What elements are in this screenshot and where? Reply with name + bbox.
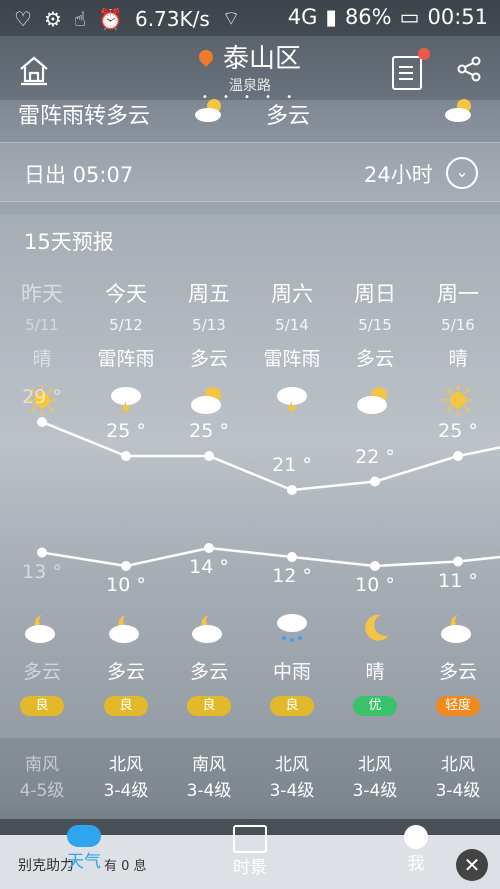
high-point xyxy=(287,485,297,495)
wind-level: 3-4级 xyxy=(186,781,232,801)
high-point xyxy=(37,417,47,427)
low-point xyxy=(287,552,297,562)
settings-notif-icon: ⚙ xyxy=(43,6,62,31)
city-selector[interactable]: 泰山区 xyxy=(196,38,301,75)
wind-direction: 南风 xyxy=(192,755,226,775)
high-point xyxy=(121,451,131,461)
wind-direction: 北风 xyxy=(358,755,392,775)
close-icon[interactable]: ✕ xyxy=(456,849,488,881)
low-point xyxy=(204,543,214,553)
wind-direction: 北风 xyxy=(109,755,143,775)
tab-scenery-label: 时景 xyxy=(233,858,267,878)
tab-me[interactable]: 我 xyxy=(376,825,456,874)
wind-level: 3-4级 xyxy=(103,781,149,801)
tab-scenery[interactable]: 时景 xyxy=(210,825,290,878)
network-speed: 6.73K/s xyxy=(134,6,210,31)
news-badge xyxy=(418,48,430,60)
wind-info: 北风 3-4级 xyxy=(84,752,168,804)
tab-weather-label: 天气 xyxy=(67,852,101,872)
news-button[interactable] xyxy=(392,48,430,90)
battery-icon: ▭ xyxy=(399,5,420,29)
low-point xyxy=(370,561,380,571)
wind-level: 4-5级 xyxy=(19,781,65,801)
wind-level: 3-4级 xyxy=(352,781,398,801)
low-point xyxy=(453,556,463,567)
news-icon xyxy=(399,66,413,68)
wifi-icon: ⌔ xyxy=(221,6,241,30)
alarm-icon: ⏰ xyxy=(98,6,123,31)
wind-direction: 北风 xyxy=(441,755,475,775)
sunrise-time: 日出 05:07 xyxy=(24,163,134,187)
low-point xyxy=(37,547,47,558)
notification-icon: ♡ xyxy=(14,6,32,31)
current-forecast-row: 雷阵雨转多云 多云 xyxy=(0,99,500,140)
status-bar: ♡ ⚙ ☝ ⏰ 6.73K/s ⌔ 4G ▮ 86% ▭ 00:51 xyxy=(0,0,500,36)
wind-level: 3-4级 xyxy=(435,781,481,801)
sunrise-row: 日出 05:07 24小时 ⌄ xyxy=(0,142,500,202)
chevron-down-icon[interactable]: ⌄ xyxy=(446,157,478,189)
bottom-bar: 别克助力 有 0 息 天气 时景 我 ✕ xyxy=(0,819,500,889)
cloud-icon xyxy=(67,825,101,847)
gesture-icon: ☝ xyxy=(73,6,87,31)
sun-cloud-icon xyxy=(445,99,471,122)
high-point xyxy=(204,451,214,461)
top-bar: 泰山区 温泉路 • • • • • xyxy=(0,36,500,103)
wind-info: 北风 3-4级 xyxy=(416,752,500,804)
tab-me-label: 我 xyxy=(407,854,425,874)
high-point xyxy=(370,476,380,487)
hourly-link[interactable]: 24小时 xyxy=(364,159,433,189)
picture-icon xyxy=(233,825,267,853)
location-pin-icon xyxy=(196,46,216,67)
high-point xyxy=(453,451,463,461)
wind-level: 3-4级 xyxy=(269,781,315,801)
battery-percent: 86% xyxy=(344,5,392,29)
wind-info: 北风 3-4级 xyxy=(250,752,334,804)
wind-direction: 南风 xyxy=(25,755,59,775)
today-condition: 雷阵雨转多云 xyxy=(18,104,151,129)
network-type: 4G xyxy=(287,5,318,29)
wind-info: 南风 4-5级 xyxy=(0,752,84,804)
low-point xyxy=(121,561,131,571)
wind-info: 南风 3-4级 xyxy=(167,752,251,804)
user-icon xyxy=(404,825,428,849)
clock: 00:51 xyxy=(427,5,488,29)
wind-direction: 北风 xyxy=(275,755,309,775)
tomorrow-condition: 多云 xyxy=(266,104,311,129)
fifteen-day-forecast: 15天预报 昨天 5/11 晴 29 ° 13 ° 多云良今天 5/12 雷阵雨 2… xyxy=(0,214,500,738)
wind-info: 北风 3-4级 xyxy=(333,752,417,804)
temperature-chart xyxy=(37,417,500,571)
sun-cloud-icon xyxy=(195,99,221,122)
city-name: 泰山区 xyxy=(222,44,301,74)
signal-icon: ▮ xyxy=(325,5,337,29)
share-icon[interactable] xyxy=(456,56,482,82)
tab-weather[interactable]: 天气 xyxy=(44,825,124,872)
